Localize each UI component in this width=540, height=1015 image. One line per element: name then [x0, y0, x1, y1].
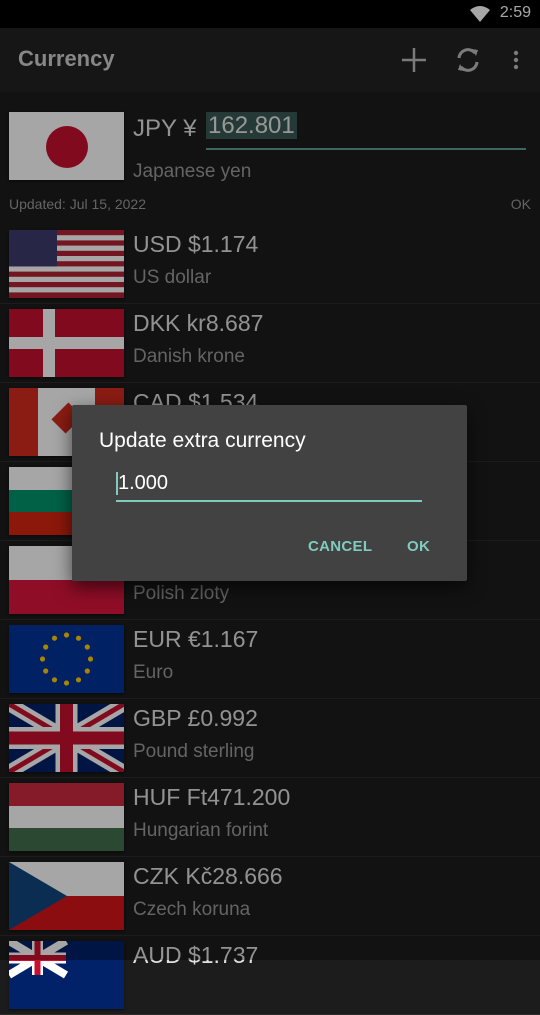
update-currency-dialog: Update extra currency 1.000 CANCEL OK — [72, 405, 467, 581]
ok-button[interactable]: OK — [407, 538, 430, 555]
dialog-title: Update extra currency — [99, 429, 306, 452]
cancel-button[interactable]: CANCEL — [308, 538, 372, 555]
amount-input-value[interactable]: 1.000 — [116, 472, 168, 495]
amount-input[interactable]: 1.000 — [116, 468, 422, 502]
